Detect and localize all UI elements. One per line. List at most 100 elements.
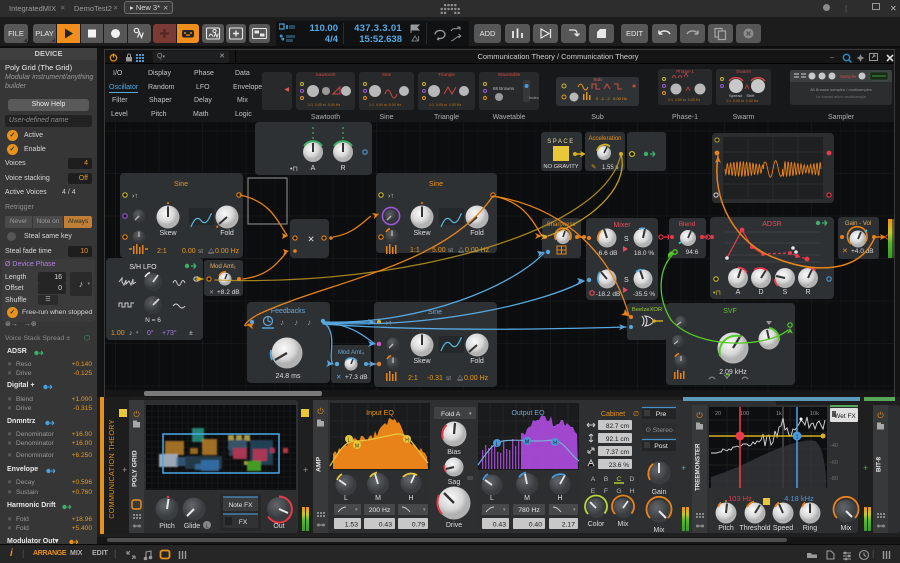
svg-text:⏻: ⏻ [877,411,884,420]
svg-text:Drive: Drive [446,522,462,529]
svg-text:+: + [863,463,868,473]
svg-text:B: B [604,476,609,483]
svg-text:Threshold: Threshold [739,525,770,532]
svg-text:1: 1 [796,435,799,441]
svg-text:POLY GRID: POLY GRID [132,450,139,487]
svg-text:✕: ✕ [336,374,341,381]
svg-text:Spread Shift: Spread Shift [729,93,755,98]
svg-text:⏻: ⏻ [696,411,703,420]
svg-text:-60: -60 [830,460,838,466]
svg-text:L: L [205,524,208,530]
svg-text:4.18 kHz: 4.18 kHz [784,494,814,503]
svg-text:♪: ♪ [294,318,298,327]
svg-text:1.53: 1.53 [345,522,358,529]
svg-text:+: + [122,465,127,475]
svg-text:NO GRAVITY: NO GRAVITY [543,164,578,170]
svg-text:⏻: ⏻ [317,407,324,416]
svg-text:SPACE: SPACE [547,139,574,145]
svg-text:Feedbacks: Feedbacks [271,308,306,315]
svg-text:A: A [311,165,316,172]
svg-text:∅: ∅ [633,411,639,418]
svg-text:103 Hz: 103 Hz [728,494,752,503]
svg-text:M: M [524,495,530,502]
svg-text:Note FX: Note FX [229,502,254,509]
svg-text:BIT-8: BIT-8 [876,456,883,472]
svg-text:Mixer: Mixer [613,222,631,229]
svg-text:TREEMONSTER: TREEMONSTER [695,443,702,491]
svg-text:82.7 cm: 82.7 cm [606,423,629,430]
svg-text:0.40: 0.40 [529,522,542,529]
svg-text:88 Browse samples / multisampl: 88 Browse samples / multisamples [810,87,872,92]
svg-text:F: F [604,488,608,495]
svg-text:Mod Amt₄: Mod Amt₄ [338,350,365,356]
svg-text:0.00 Hz: 0.00 Hz [464,375,489,382]
svg-text:2.17: 2.17 [562,522,575,529]
svg-text:Mix: Mix [841,525,852,532]
svg-text:0 -1 -2 0.00 Hz: 0 -1 -2 0.00 Hz [596,96,627,101]
svg-text:BeelzeXOR: BeelzeXOR [632,307,662,313]
svg-text:0.43: 0.43 [493,522,506,529]
svg-text:-80: -80 [830,476,838,482]
svg-text:H: H [408,495,413,502]
svg-text:Blend: Blend [679,221,696,228]
svg-text:Wet FX: Wet FX [834,413,856,420]
svg-text:H: H [553,441,557,447]
svg-text:⊙ Stereo: ⊙ Stereo [645,427,673,434]
svg-text:Le format micro multisample: Le format micro multisample [816,94,867,99]
svg-text:1.00: 1.00 [111,330,125,337]
svg-text:2.09 kHz: 2.09 kHz [719,369,747,376]
svg-text:1k: 1k [776,411,782,417]
svg-text:Skew: Skew [413,230,431,237]
svg-text:Sag: Sag [448,479,461,486]
svg-text:C: C [617,476,622,483]
svg-text:5.00: 5.00 [432,247,446,254]
svg-text:Ring: Ring [803,525,818,532]
svg-text:1:1 0.00 st 0.00 Hz: 1:1 0.00 st 0.00 Hz [726,99,758,103]
svg-text:-0.31: -0.31 [427,375,443,382]
svg-text:2:1: 2:1 [408,375,418,382]
svg-text:⧋: ⧋ [458,247,464,254]
svg-text:-18.2 dB: -18.2 dB [596,291,621,298]
svg-text:20: 20 [715,411,721,417]
svg-text:A: A [591,476,596,483]
svg-text:88 Browns: 88 Browns [493,86,515,91]
svg-text:st: st [198,248,203,255]
svg-text:st: st [448,247,453,254]
svg-text:Pitch: Pitch [159,523,175,530]
svg-text:Post: Post [654,443,668,450]
svg-text:H: H [405,438,409,444]
svg-text:Cabinet: Cabinet [601,411,625,418]
svg-text:1:1 0.00 st 0.00 Hz: 1:1 0.00 st 0.00 Hz [369,103,401,107]
svg-text:N = 6: N = 6 [145,317,161,324]
svg-text:Mod Amt₁: Mod Amt₁ [210,264,236,270]
svg-text:10k: 10k [810,411,819,417]
svg-text:S: S [624,236,629,243]
svg-text:H: H [557,495,562,502]
svg-text:♪: ♪ [280,318,284,327]
svg-text:-35.5 %: -35.5 % [633,291,656,298]
svg-text:0.79: 0.79 [412,522,425,529]
svg-text:Sampler: Sampler [840,74,857,79]
svg-text:+73°: +73° [162,329,177,337]
svg-text:Output EQ: Output EQ [511,410,545,417]
svg-text:S: S [783,289,788,296]
svg-text:R: R [340,165,345,172]
svg-text:COMMUNICATION THEORY: COMMUNICATION THEORY [107,419,116,518]
svg-text:D: D [758,289,763,296]
svg-text:Out: Out [273,523,284,530]
svg-text:L: L [344,495,348,502]
svg-text:›↑: ›↑ [388,193,394,200]
svg-text:R: R [805,289,810,296]
svg-text:E: E [591,488,596,495]
svg-text:0.00 Hz: 0.00 Hz [215,248,240,255]
svg-text:G: G [616,488,621,495]
svg-text:✕: ✕ [842,248,848,255]
svg-text:D: D [630,476,635,483]
svg-text:2:1: 2:1 [157,248,167,255]
svg-text:+4.0 dB: +4.0 dB [851,248,874,255]
svg-text:SVF: SVF [723,308,737,315]
svg-text:Bias: Bias [447,449,461,456]
svg-text:⏻: ⏻ [133,410,140,419]
svg-text:200 Hz: 200 Hz [369,507,391,514]
svg-text:Mix: Mix [618,521,629,528]
